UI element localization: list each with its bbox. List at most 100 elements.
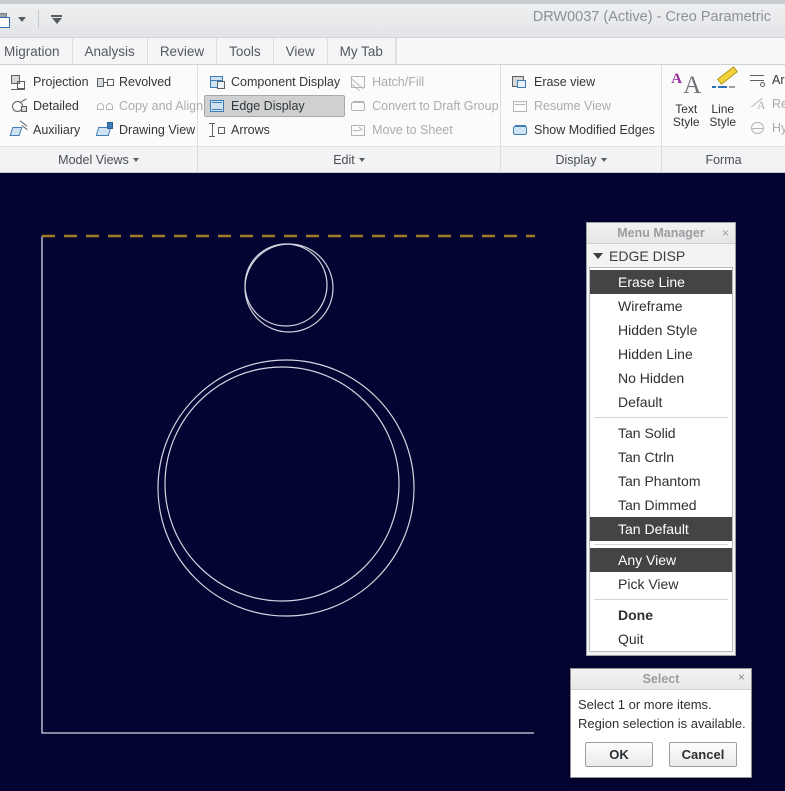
ribbon-button-convert-to-draft-group[interactable]: Convert to Draft Group [345, 95, 499, 117]
menu-item-hidden-style[interactable]: Hidden Style [590, 318, 732, 342]
menu-item-pick-view[interactable]: Pick View [590, 572, 732, 596]
tab-migration[interactable]: Migration [0, 38, 73, 64]
small-circle-outer [244, 243, 334, 333]
ribbon-group-label-display[interactable]: Display [501, 146, 661, 172]
menu-item-tan-default[interactable]: Tan Default [590, 517, 732, 541]
ribbon-button-label: Arrows [231, 123, 270, 137]
edge-display-icon [209, 98, 226, 115]
menu-item-label: Wireframe [618, 298, 683, 314]
cancel-button[interactable]: Cancel [669, 741, 737, 767]
ribbon-button-label: Show Modified Edges [534, 123, 655, 137]
hyperlink-icon [750, 120, 767, 137]
ribbon-button-show-modified-edges[interactable]: Show Modified Edges [507, 119, 660, 141]
ribbon-button-erase-view[interactable]: Erase view [507, 71, 660, 93]
tab-view[interactable]: View [273, 38, 328, 64]
customize-caret-icon[interactable] [51, 14, 62, 24]
menu-item-label: Tan Phantom [618, 473, 701, 489]
revolved-icon [97, 74, 114, 91]
menu-item-tan-solid[interactable]: Tan Solid [590, 421, 732, 445]
ribbon-button-arrow-style[interactable]: Arr [745, 69, 785, 91]
auxiliary-icon [9, 119, 28, 139]
menu-item-hidden-line[interactable]: Hidden Line [590, 342, 732, 366]
menu-item-done[interactable]: Done [590, 603, 732, 627]
menu-item-label: Tan Ctrln [618, 449, 675, 465]
ribbon-button-label: Resume View [534, 99, 611, 113]
ribbon-button-text-style[interactable]: A A Text Style [668, 69, 705, 129]
tab-my-tab[interactable]: My Tab [327, 38, 396, 64]
ribbon-button-label: Drawing View [119, 123, 196, 137]
ribbon-group-label-model-views[interactable]: Model Views [0, 146, 197, 172]
ribbon-button-component-display[interactable]: Component Display [204, 71, 345, 93]
chevron-down-icon [600, 157, 607, 162]
ribbon-button-label-line2: Style [709, 115, 737, 129]
select-dialog-title: Select [642, 672, 680, 686]
close-icon[interactable]: × [738, 670, 745, 684]
select-dialog-message-line-2: Region selection is available. [578, 716, 746, 731]
ribbon-button-label: Erase view [534, 75, 596, 89]
menu-item-label: No Hidden [618, 370, 685, 386]
ribbon-button-resume-view[interactable]: Resume View [507, 95, 660, 117]
ribbon-group-label-edit[interactable]: Edit [198, 146, 500, 172]
menu-item-tan-ctrln[interactable]: Tan Ctrln [590, 445, 732, 469]
menu-item-wireframe[interactable]: Wireframe [590, 294, 732, 318]
chevron-down-icon [358, 157, 365, 162]
ribbon-button-edge-display[interactable]: Edge Display [204, 95, 346, 117]
ribbon-button-move-to-sheet[interactable]: Move to Sheet [345, 119, 497, 141]
ribbon-button-copy-and-align[interactable]: Copy and Align [92, 95, 203, 117]
tab-label: Migration [4, 43, 60, 59]
close-icon[interactable]: × [722, 225, 729, 241]
ribbon-column: Component Display Edge Display Arrows [204, 71, 346, 141]
select-dialog-title-bar: Select × [571, 669, 751, 690]
ribbon-button-line-style[interactable]: Line Style [705, 66, 742, 129]
ribbon: Projection Detailed Auxiliary Revolved C… [0, 65, 785, 173]
ribbon-tab-bar[interactable]: Migration Analysis Review Tools View My … [0, 38, 785, 65]
menu-item-label: Erase Line [618, 274, 685, 290]
ribbon-column: Revolved Copy and Align Drawing View [92, 71, 203, 141]
move-to-sheet-icon [350, 122, 367, 139]
menu-manager-section-header[interactable]: EDGE DISP [587, 244, 735, 267]
save-icon[interactable] [0, 11, 10, 28]
menu-item-tan-phantom[interactable]: Tan Phantom [590, 469, 732, 493]
creo-parametric-window: DRW0037 (Active) - Creo Parametric Migra… [0, 0, 785, 791]
ribbon-button-label: Re [772, 97, 785, 111]
tab-analysis[interactable]: Analysis [72, 38, 148, 64]
ribbon-button-projection[interactable]: Projection [6, 71, 92, 93]
menu-item-label: Hidden Style [618, 322, 698, 338]
ribbon-group-label-format[interactable]: Forma [662, 146, 785, 172]
menu-item-label: Default [618, 394, 663, 410]
component-display-icon [209, 74, 226, 91]
menu-item-any-view[interactable]: Any View [590, 548, 732, 572]
window-top-strip [0, 0, 785, 4]
ribbon-button-arrows[interactable]: Arrows [204, 119, 345, 141]
ribbon-group-label-text: Edit [333, 152, 355, 167]
tab-review[interactable]: Review [147, 38, 218, 64]
ok-button[interactable]: OK [585, 741, 653, 767]
tab-tools[interactable]: Tools [217, 38, 274, 64]
ribbon-button-label: Detailed [33, 99, 79, 113]
tab-label: Tools [229, 43, 261, 59]
dropdown-caret-icon[interactable] [18, 16, 26, 22]
tab-label: My Tab [339, 43, 383, 59]
ribbon-button-detailed[interactable]: Detailed [6, 95, 92, 117]
menu-item-label: Tan Dimmed [618, 497, 697, 513]
quick-access-toolbar[interactable] [0, 10, 62, 28]
menu-item-label: Tan Default [618, 521, 689, 537]
menu-item-erase-line[interactable]: Erase Line [590, 270, 732, 294]
large-circle-inner [164, 366, 400, 602]
select-dialog-button-row: OK Cancel [571, 737, 751, 777]
toolbar-divider [38, 10, 39, 28]
menu-manager-section-label: EDGE DISP [609, 247, 686, 264]
ribbon-button-revolved[interactable]: Revolved [92, 71, 196, 93]
ribbon-button-hyperlink[interactable]: Hy [745, 117, 785, 139]
ribbon-button-hatch-fill[interactable]: Hatch/Fill [345, 71, 497, 93]
menu-item-tan-dimmed[interactable]: Tan Dimmed [590, 493, 732, 517]
menu-item-no-hidden[interactable]: No Hidden [590, 366, 732, 390]
menu-item-quit[interactable]: Quit [590, 627, 732, 651]
ribbon-button-drawing-view[interactable]: Drawing View [92, 119, 196, 141]
ribbon-button-auxiliary[interactable]: Auxiliary [6, 119, 92, 141]
select-dialog: Select × Select 1 or more items. Region … [570, 668, 752, 778]
menu-item-default[interactable]: Default [590, 390, 732, 414]
drawing-view-icon [95, 121, 114, 139]
tab-label: Analysis [84, 43, 135, 59]
ribbon-button-redo-format[interactable]: A Re [745, 93, 785, 115]
